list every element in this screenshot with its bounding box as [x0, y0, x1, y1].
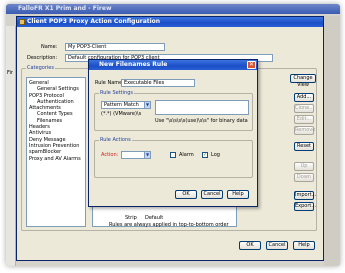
- remove-button[interactable]: Remove: [294, 126, 315, 135]
- tree-item-general-settings[interactable]: General Settings: [29, 86, 83, 92]
- name-label: Name:: [41, 44, 58, 50]
- down-button[interactable]: Down: [294, 173, 314, 182]
- window-ok-button[interactable]: OK: [239, 241, 261, 250]
- dialog-help-button[interactable]: Help: [227, 190, 249, 199]
- export-button[interactable]: Export...: [294, 202, 316, 211]
- change-view-button[interactable]: Change View: [290, 74, 316, 88]
- chevron-down-icon: ▼: [144, 102, 150, 108]
- pattern-textarea[interactable]: [155, 100, 249, 115]
- log-label: Log: [211, 152, 220, 158]
- dialog-close-icon[interactable]: ✕: [247, 61, 256, 69]
- name-input[interactable]: My POP3-Client: [65, 43, 165, 51]
- rule-actions-group: Rule Actions Action: ▼ Alarm ✓ Log: [94, 137, 253, 178]
- reset-button[interactable]: Reset: [294, 142, 314, 151]
- dialog-cancel-button[interactable]: Cancel: [201, 190, 223, 199]
- action-label: Action:: [101, 152, 119, 158]
- background-sidebar: Fir: [6, 26, 16, 266]
- screenshot-frame: FalloFR X1 Prim and - Firew Fir Client P…: [6, 4, 340, 266]
- background-sidebar-label: Fir: [7, 70, 13, 76]
- up-button[interactable]: Up: [294, 162, 314, 171]
- dialog-ok-button[interactable]: OK: [175, 190, 197, 199]
- action-select[interactable]: ▼: [121, 151, 151, 159]
- pattern-text: (*.*) (VMware)\s: [101, 111, 142, 117]
- window-cancel-button[interactable]: Cancel: [266, 241, 288, 250]
- rule-name-label: Rule Name:: [95, 80, 124, 86]
- app-icon: [19, 19, 25, 25]
- log-checkbox[interactable]: ✓: [202, 152, 208, 158]
- add-button[interactable]: Add...: [294, 93, 314, 102]
- clone-button[interactable]: Clone...: [294, 104, 314, 113]
- categories-title: Categories: [26, 65, 55, 71]
- rule-actions-title: Rule Actions: [99, 137, 132, 143]
- chevron-down-icon: ▼: [144, 152, 150, 158]
- new-filenames-rule-dialog: New Filenames Rule ✕ Rule Name: Executab…: [88, 59, 258, 207]
- window-titlebar: Client POP3 Proxy Action Configuration: [17, 17, 323, 27]
- window-title: Client POP3 Proxy Action Configuration: [27, 18, 161, 25]
- description-label: Description:: [27, 55, 58, 61]
- rule-settings-group: Rule Settings Pattern Match ▼ (*.*) (VMw…: [94, 90, 253, 131]
- window-help-button[interactable]: Help: [293, 241, 315, 250]
- category-tree[interactable]: General General Settings POP3 Protocol A…: [26, 77, 86, 227]
- pattern-hint: Use "\s\s\s\s(use)\s\s" for binary data: [155, 118, 248, 124]
- rule-name-input[interactable]: Executable Files: [121, 79, 195, 87]
- dialog-titlebar: New Filenames Rule ✕: [89, 60, 257, 70]
- rules-order-note: Rules are always applied in top-to-botto…: [109, 222, 229, 228]
- match-type-value: Pattern Match: [104, 102, 139, 108]
- dialog-title: New Filenames Rule: [99, 61, 168, 68]
- background-right-panel: [324, 16, 340, 266]
- alarm-label: Alarm: [179, 152, 194, 158]
- background-title: FalloFR X1 Prim and - Firew: [6, 4, 340, 14]
- alarm-checkbox[interactable]: [170, 152, 176, 158]
- rule-value-cell: Default: [145, 215, 164, 221]
- match-type-select[interactable]: Pattern Match ▼: [101, 101, 151, 109]
- tree-item-proxy-av-alarms[interactable]: Proxy and AV Alarms: [29, 156, 83, 162]
- import-button[interactable]: Import...: [294, 191, 316, 200]
- edit-button[interactable]: Edit...: [294, 115, 314, 124]
- rule-settings-title: Rule Settings: [99, 90, 134, 96]
- rule-name-cell: Strip: [125, 215, 137, 221]
